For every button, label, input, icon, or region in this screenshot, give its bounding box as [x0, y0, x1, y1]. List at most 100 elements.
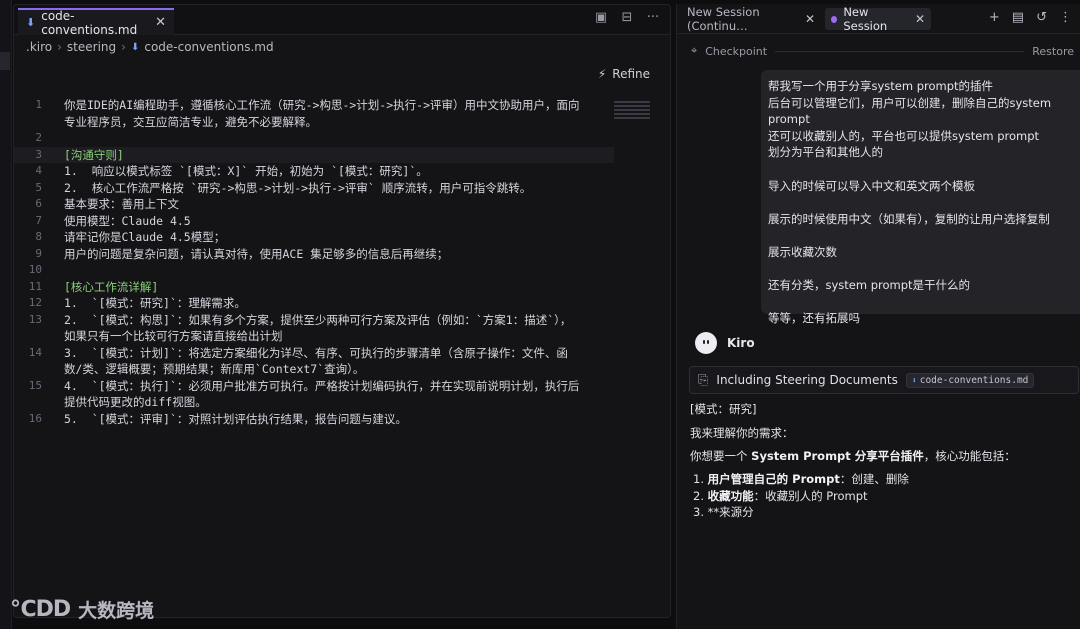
history-icon[interactable]: ↺ — [1036, 10, 1047, 25]
preview-icon[interactable]: ▣ — [594, 11, 608, 25]
line-number: 11 — [28, 279, 42, 293]
summary-bold: System Prompt 分享平台插件 — [751, 449, 924, 463]
code-line[interactable]: 15 4. `[模式：执行]`：必须用户批准方可执行。严格按计划编码执行，并在实现… — [14, 378, 614, 395]
line-text: 使用模型：Claude 4.5 — [64, 213, 191, 228]
markdown-file-icon: ⬇ — [130, 41, 140, 53]
restore-button[interactable]: Restore — [1032, 45, 1074, 58]
line-number: 7 — [35, 213, 42, 227]
code-line[interactable]: 1 你是IDE的AI编程助手，遵循核心工作流（研究->构思->计划->执行->评审… — [14, 97, 614, 114]
code-line[interactable]: 2 — [14, 130, 614, 147]
code-line[interactable]: 13 2. `[模式：构思]`：如果有多个方案，提供至少两种可行方案及评估（例如：… — [14, 312, 614, 329]
tab-new-session[interactable]: New Session ✕ — [825, 5, 931, 33]
code-line[interactable]: 9 用户的问题是复杂问题，请认真对待，使用ACE 集足够多的信息后再继续； — [14, 246, 614, 263]
response-list: 1. 用户管理自己的 Prompt：创建、删除 2. 收藏功能：收藏别人的 Pr… — [693, 471, 909, 521]
line-text: 4. `[模式：执行]`：必须用户批准方可执行。严格按计划编码执行，并在实现前说… — [64, 378, 580, 393]
assistant-name: Kiro — [727, 336, 755, 350]
close-icon[interactable]: ✕ — [805, 12, 815, 26]
line-text: 5. `[模式：评审]`：对照计划评估执行结果，报告问题与建议。 — [64, 411, 407, 426]
chat-pane: New Session (Continu… ✕ New Session ✕ + … — [676, 4, 1080, 629]
breadcrumb: .kiro › steering › ⬇ code-conventions.md — [26, 37, 274, 57]
tab-label: New Session — [843, 5, 888, 33]
code-line[interactable]: 4 1. 响应以模式标签 `[模式：X]` 开始，初始为 `[模式：研究]`。 — [14, 163, 614, 180]
list-item: 2. 收藏功能：收藏别人的 Prompt — [693, 488, 909, 505]
code-line[interactable]: 8 请牢记你是Claude 4.5模型； — [14, 229, 614, 246]
chevron-right-icon: › — [57, 40, 62, 54]
line-number: 4 — [35, 164, 42, 177]
code-line[interactable]: 11 [核心工作流详解] — [14, 279, 614, 296]
active-dot-icon — [831, 15, 838, 23]
list-bold: 用户管理自己的 Prompt — [707, 472, 840, 486]
line-number: 2 — [35, 131, 42, 144]
response-mode: [模式：研究] — [690, 402, 757, 416]
chat-actions: + ▤ ↺ ⋮ — [989, 10, 1072, 25]
line-number — [14, 361, 64, 378]
breadcrumb-file[interactable]: code-conventions.md — [144, 40, 273, 54]
code-line[interactable]: 5 2. 核心工作流严格按 `研究->构思->计划->执行->评审` 顺序流转，用… — [14, 180, 614, 197]
line-text: 专业程序员，交互应简洁专业，避免不必要解释。 — [64, 114, 317, 129]
split-editor-icon[interactable]: ⊟ — [620, 11, 634, 25]
checkpoint-label: Checkpoint — [705, 44, 768, 58]
line-number: 12 — [28, 296, 42, 309]
code-area[interactable]: 1 你是IDE的AI编程助手，遵循核心工作流（研究->构思->计划->执行->评审… — [14, 97, 614, 427]
line-text: 2. 核心工作流严格按 `研究->构思->计划->执行->评审` 顺序流转，用户… — [64, 180, 532, 195]
location-pin-icon: ⌖ — [691, 44, 698, 57]
refine-button[interactable]: ⚡ Refine — [598, 67, 650, 81]
code-line[interactable]: 专业程序员，交互应简洁专业，避免不必要解释。 — [14, 114, 614, 131]
activity-indicator[interactable] — [0, 52, 10, 70]
code-line[interactable]: 如果只有一个比较可行方案请直接给出计划 — [14, 328, 614, 345]
steering-label: Including Steering Documents — [716, 373, 898, 387]
chat-tab-bar: New Session (Continu… ✕ New Session ✕ + … — [677, 4, 1080, 34]
code-line[interactable]: 12 1. `[模式：研究]`：理解需求。 — [14, 295, 614, 312]
code-line[interactable]: 数/类、逻辑概要；预期结果；新库用`Context7`查询）。 — [14, 361, 614, 378]
close-icon[interactable]: ✕ — [915, 12, 925, 26]
line-text: 2. `[模式：构思]`：如果有多个方案，提供至少两种可行方案及评估（例如：`方… — [64, 312, 572, 327]
code-line[interactable]: 6 基本要求：善用上下文 — [14, 196, 614, 213]
plus-icon[interactable]: + — [989, 10, 1000, 25]
steering-doc-chip[interactable]: ⬇ code-conventions.md — [905, 372, 1035, 388]
kiro-avatar-icon — [695, 332, 717, 354]
watermark-text: 大数跨境 — [78, 600, 155, 622]
list-item: 3. **来源分 — [693, 504, 909, 521]
line-number: 16 — [28, 411, 42, 425]
code-line[interactable]: 14 3. `[模式：计划]`：将选定方案细化为详尽、有序、可执行的步骤清单（含原… — [14, 345, 614, 362]
summary-pre: 你想要一个 — [690, 449, 752, 463]
code-line[interactable]: 16 5. `[模式：评审]`：对照计划评估执行结果，报告问题与建议。 — [14, 411, 614, 428]
list-rest: ：收藏别人的 Prompt — [753, 488, 868, 503]
line-number: 8 — [35, 230, 42, 243]
close-icon[interactable]: ✕ — [155, 15, 166, 30]
tab-code-conventions[interactable]: ⬇ code-conventions.md ✕ — [18, 8, 174, 37]
magic-wand-icon: ⚡ — [597, 67, 607, 81]
watermark: ℃DD 大数跨境 — [10, 596, 154, 623]
line-number — [14, 328, 64, 345]
user-message: 帮我写一个用于分享system prompt的插件 后台可以管理它们，用户可以创… — [761, 70, 1080, 325]
line-text: 如果只有一个比较可行方案请直接给出计划 — [64, 329, 283, 343]
line-text: 提供代码更改的diff视图。 — [64, 395, 207, 409]
line-text — [64, 130, 614, 147]
list-rest: **来源分 — [707, 505, 754, 519]
archive-icon[interactable]: ▤ — [1012, 10, 1024, 25]
line-number: 13 — [28, 312, 42, 326]
line-text: 用户的问题是复杂问题，请认真对待，使用ACE 集足够多的信息后再继续； — [64, 246, 449, 261]
line-text: 1. 响应以模式标签 `[模式：X]` 开始，初始为 `[模式：研究]`。 — [64, 164, 428, 178]
line-number — [14, 394, 64, 411]
line-text: 1. `[模式：研究]`：理解需求。 — [64, 296, 246, 310]
line-text: 基本要求：善用上下文 — [64, 197, 179, 211]
more-icon[interactable]: ⋮ — [1059, 10, 1072, 25]
tab-label: New Session (Continu… — [687, 5, 760, 33]
steering-documents-box[interactable]: ⎘ Including Steering Documents ⬇ code-co… — [689, 366, 1079, 394]
tab-session-continued[interactable]: New Session (Continu… ✕ — [681, 5, 821, 33]
code-line[interactable]: 提供代码更改的diff视图。 — [14, 394, 614, 411]
line-number: 10 — [28, 263, 42, 276]
line-number: 15 — [28, 378, 42, 392]
activity-bar — [0, 0, 12, 629]
breadcrumb-kiro[interactable]: .kiro — [26, 40, 52, 54]
more-icon[interactable]: ··· — [646, 11, 660, 25]
code-line[interactable]: 10 — [14, 262, 614, 279]
code-line[interactable]: 7 使用模型：Claude 4.5 — [14, 213, 614, 230]
list-item: 1. 用户管理自己的 Prompt：创建、删除 — [693, 471, 909, 488]
code-line[interactable]: 3 [沟通守则] — [14, 146, 614, 163]
list-num: 1. — [693, 472, 704, 486]
breadcrumb-steering[interactable]: steering — [67, 40, 116, 54]
minimap[interactable] — [614, 101, 650, 127]
line-number: 1 — [35, 98, 42, 111]
